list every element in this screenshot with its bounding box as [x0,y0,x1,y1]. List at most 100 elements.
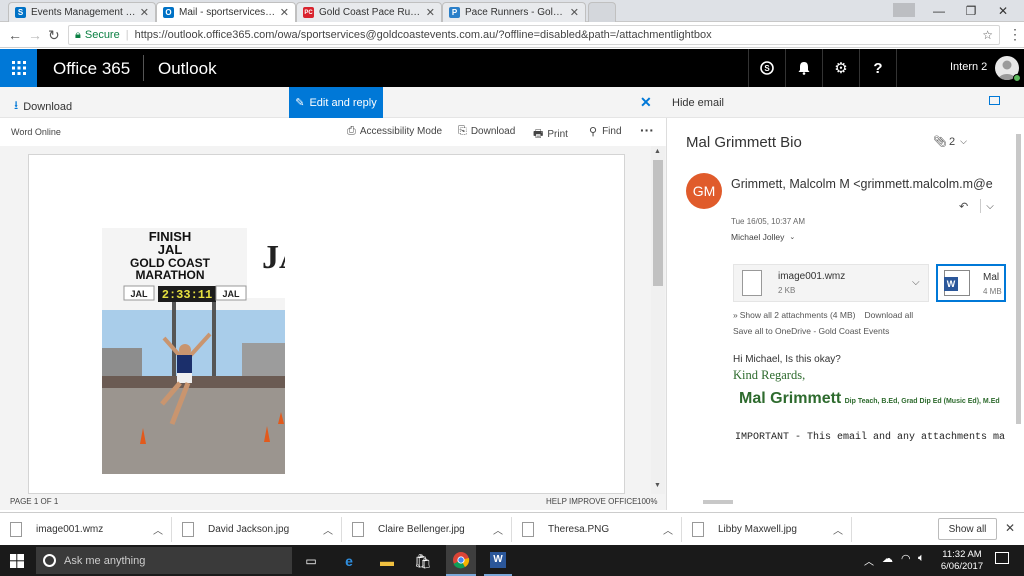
chevron-up-icon[interactable]: ︿ [833,522,843,537]
skype-icon[interactable]: S [748,49,785,87]
accessibility-mode-button[interactable]: ⎙ Accessibility Mode [347,125,442,138]
find-button[interactable]: ⚲ Find [589,125,622,138]
restore-icon[interactable]: ❐ [956,2,986,20]
store-icon[interactable]: 🛍︎ [412,550,434,572]
scrollbar-thumb[interactable] [653,160,663,286]
download-item[interactable]: image001.wmz ︿ [0,517,172,542]
chevron-up-icon[interactable]: ︿ [663,522,673,537]
account-menu[interactable]: Intern 2 [896,49,1024,87]
url-text: https://outlook.office365.com/owa/sports… [134,29,712,41]
forward-arrow-icon[interactable]: → [28,27,42,43]
download-all-link[interactable]: Download all [864,310,913,320]
bookmark-star-icon[interactable]: ☆ [982,28,993,42]
reply-button[interactable]: ↶ ⌵ [951,196,999,216]
action-center-icon[interactable] [995,552,1009,564]
back-arrow-icon[interactable]: ← [8,27,22,43]
browser-menu-icon[interactable]: ⋮ [1008,26,1022,43]
show-all-attachments-link[interactable]: Show all 2 attachments (4 MB) [740,310,856,320]
recipient-name: Michael Jolley [731,232,785,242]
browser-tab-pace-runners[interactable]: P Pace Runners - Gold Coa ✕ [442,2,586,22]
close-shelf-icon[interactable]: ✕ [1005,521,1015,535]
pencil-icon: ✎ [295,97,305,109]
gear-icon[interactable]: ⚙ [822,49,859,87]
file-explorer-icon[interactable]: ▬ [376,550,398,572]
download-item[interactable]: David Jackson.jpg ︿ [172,517,342,542]
doc-download-button[interactable]: ⎘ Download [458,125,515,138]
recipient-list[interactable]: Michael Jolley ⌄ [731,232,795,242]
document-scrollbar[interactable]: ▲ ▼ [651,146,665,494]
reply-options-chevron-icon[interactable]: ⌵ [986,201,994,212]
address-toolbar: ← → ↻ 🔒︎ Secure | https://outlook.office… [0,22,1024,48]
chevron-up-icon[interactable]: ︿ [153,522,163,537]
clock-time[interactable]: 11:32 AM [940,549,984,560]
close-icon[interactable]: ✕ [280,6,289,19]
cortana-search-input[interactable]: Ask me anything [36,547,292,574]
browser-tab-events[interactable]: S Events Management Que ✕ [8,2,156,22]
download-item[interactable]: Libby Maxwell.jpg ︿ [682,517,852,542]
chevron-down-icon: ⌵ [960,136,967,146]
close-icon[interactable]: ✕ [570,6,579,19]
new-tab-button[interactable] [588,2,616,22]
network-icon[interactable]: ☁︎ [882,552,893,565]
scroll-up-icon[interactable]: ▲ [654,148,661,155]
edit-and-reply-button[interactable]: ✎ Edit and reply [289,87,383,118]
print-button[interactable]: 🖶︎ Print [533,125,568,144]
close-icon[interactable]: ✕ [140,6,149,19]
attachment-card-selected[interactable]: W Mal 4 MB [936,264,1006,302]
chevron-up-icon[interactable]: ︿ [493,522,503,537]
chrome-taskbar-button[interactable] [446,545,476,576]
chevron-up-icon[interactable]: ︿ [323,522,333,537]
show-hidden-icons-chevron-icon[interactable]: ︿ [864,553,874,568]
email-signature: Mal Grimmett Dip Teach, B.Ed, Grad Dip E… [739,390,1000,408]
show-all-downloads-button[interactable]: Show all [938,518,997,540]
zoom-level[interactable]: 100% [637,497,657,506]
hide-email-button[interactable]: Hide email [672,97,724,109]
popout-icon[interactable] [989,96,1000,105]
edit-reply-label: Edit and reply [309,96,377,109]
o365-header: Office 365 Outlook S ⚙ ? Intern 2 [0,49,1024,87]
browser-tab-mail[interactable]: O Mail - sportservices@go ✕ [156,2,296,22]
attachment-menu-icon[interactable]: ⌵ [912,277,920,288]
sender-avatar[interactable]: GM [686,173,722,209]
attachment-size: 4 MB [983,287,1002,296]
wifi-icon[interactable]: ◠ [901,552,911,565]
close-lightbox-icon[interactable]: ✕ [640,94,652,111]
expand-recipients-icon[interactable]: ⌄ [789,233,795,241]
app-name[interactable]: Outlook [158,59,217,79]
reading-pane-scrollbar[interactable] [1016,134,1021,424]
reload-icon[interactable]: ↻ [48,27,60,44]
download-button[interactable]: ⭳ Download [14,96,72,117]
minimize-icon[interactable]: — [924,2,954,20]
bell-icon[interactable] [785,49,822,87]
clock-date[interactable]: 6/06/2017 [938,561,986,572]
attachments-count-button[interactable]: 📎︎ 2 ⌵ [933,135,967,149]
help-improve-office-link[interactable]: HELP IMPROVE OFFICE [546,497,637,506]
url-input[interactable]: 🔒︎ Secure | https://outlook.office365.co… [68,25,1000,45]
save-to-onedrive-link[interactable]: Save all to OneDrive - Gold Coast Events [733,326,889,336]
office365-brand[interactable]: Office 365 [53,59,130,79]
race-clock: 2:33:11 [162,288,212,302]
reading-pane-hscrollbar[interactable] [703,500,733,504]
sign-jal: JAL [158,242,183,257]
task-view-icon[interactable]: ▭ [300,550,322,572]
sender-name[interactable]: Grimmett, Malcolm M <grimmett.malcolm.m@… [731,177,993,191]
browser-tab-gold-coast-pace[interactable]: PC Gold Coast Pace Runners ✕ [296,2,442,22]
tab-label: Gold Coast Pace Runners [319,7,422,18]
close-icon[interactable]: ✕ [426,6,435,19]
user-profile-icon[interactable] [893,3,915,17]
presence-online-icon [1013,74,1021,82]
windows-start-icon[interactable] [6,550,28,572]
scroll-down-icon[interactable]: ▼ [654,482,661,489]
attachment-card[interactable]: image001.wmz 2 KB ⌵ [733,264,929,302]
reply-icon: ↶ [959,200,969,213]
app-launcher-icon[interactable] [0,49,37,87]
edge-icon[interactable]: e [338,550,360,572]
help-icon[interactable]: ? [859,49,896,87]
word-taskbar-button[interactable]: W [484,545,512,576]
download-item[interactable]: Claire Bellenger.jpg ︿ [342,517,512,542]
download-item[interactable]: Theresa.PNG ︿ [512,517,682,542]
more-options-icon[interactable]: ··· [640,122,654,138]
window-close-icon[interactable]: ✕ [988,2,1018,20]
volume-icon[interactable]: 🔈︎ [918,552,925,565]
image-file-icon [522,522,534,537]
